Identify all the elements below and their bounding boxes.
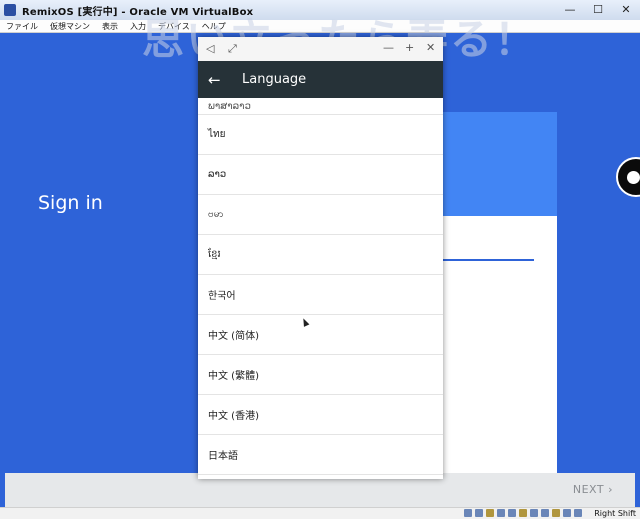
expand-icon[interactable]: ⤢ (228, 42, 237, 56)
menu-help[interactable]: ヘルプ (196, 21, 232, 32)
dialog-title-bar: ◁ ⤢ — + ✕ (198, 37, 443, 61)
network-icon[interactable] (497, 509, 505, 517)
window-title: RemixOS [実行中] - Oracle VM VirtualBox (22, 6, 254, 18)
shared-folder-icon[interactable] (519, 509, 527, 517)
language-item[interactable]: 中文 (简体) (198, 315, 443, 355)
back-triangle-icon[interactable]: ◁ (206, 42, 214, 55)
menu-file[interactable]: ファイル (0, 21, 44, 32)
menu-machine[interactable]: 仮想マシン (44, 21, 96, 32)
chevron-right-icon: › (608, 483, 613, 496)
language-item[interactable]: ລາວ (198, 155, 443, 195)
language-item[interactable]: 한국어 (198, 275, 443, 315)
language-item[interactable]: ខ្មែរ (198, 235, 443, 275)
display-icon[interactable] (530, 509, 538, 517)
language-item[interactable]: 日本語 (198, 435, 443, 475)
language-dialog: ◁ ⤢ — + ✕ ← Language ພາສາລາວ ไทย ລາວ ဗမာ… (198, 37, 443, 479)
language-list: ພາສາລາວ ไทย ລາວ ဗမာ ខ្មែរ 한국어 中文 (简体) 中文… (198, 98, 443, 475)
language-item[interactable]: 中文 (繁體) (198, 355, 443, 395)
arrow-back-icon[interactable]: ← (208, 71, 224, 89)
optical-drive-icon[interactable] (475, 509, 483, 517)
minimize-button[interactable]: — (556, 0, 584, 20)
signin-card-header (440, 112, 557, 216)
next-label: NEXT (572, 483, 605, 496)
language-item[interactable]: ไทย (198, 115, 443, 155)
language-item[interactable]: 中文 (香港) (198, 395, 443, 435)
menu-view[interactable]: 表示 (96, 21, 124, 32)
menu-input[interactable]: 入力 (124, 21, 152, 32)
language-item[interactable]: ဗမာ (198, 195, 443, 235)
minimize-icon[interactable]: — (383, 41, 394, 54)
signin-card (440, 216, 557, 473)
close-button[interactable]: ✕ (612, 0, 640, 20)
host-title-bar: RemixOS [実行中] - Oracle VM VirtualBox — ☐… (0, 0, 640, 20)
hdd-icon[interactable] (464, 509, 472, 517)
usb-icon[interactable] (508, 509, 516, 517)
mouse-integration-icon[interactable] (563, 509, 571, 517)
host-menu-bar: ファイル 仮想マシン 表示 入力 デバイス ヘルプ (0, 20, 640, 33)
maximize-icon[interactable]: + (405, 41, 414, 54)
dialog-title: Language (242, 72, 307, 87)
video-capture-icon[interactable] (541, 509, 549, 517)
record-icon (627, 171, 640, 184)
signin-heading: Sign in (38, 192, 103, 214)
keyboard-icon[interactable] (574, 509, 582, 517)
window-controls: — ☐ ✕ (556, 0, 640, 20)
maximize-button[interactable]: ☐ (584, 0, 612, 20)
virtualbox-icon (4, 4, 16, 16)
app-header: ← Language (198, 61, 443, 98)
close-icon[interactable]: ✕ (426, 41, 435, 54)
next-button[interactable]: NEXT › (573, 483, 613, 496)
signin-input-underline (440, 259, 534, 261)
menu-devices[interactable]: デバイス (152, 21, 196, 32)
host-status-bar: Right Shift (0, 507, 640, 519)
cpu-icon[interactable] (552, 509, 560, 517)
audio-icon[interactable] (486, 509, 494, 517)
status-icons (464, 509, 582, 517)
host-key-label: Right Shift (594, 509, 636, 518)
language-item[interactable]: ພາສາລາວ (198, 98, 443, 115)
